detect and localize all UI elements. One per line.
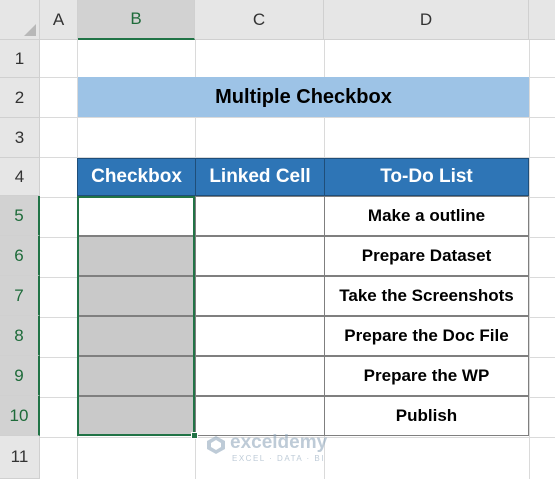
linked-cell[interactable] bbox=[195, 196, 325, 236]
row-header-6[interactable]: 6 bbox=[0, 236, 40, 276]
todo-item[interactable]: Publish bbox=[324, 396, 529, 436]
row-header-11[interactable]: 11 bbox=[0, 436, 40, 479]
row-header-9[interactable]: 9 bbox=[0, 356, 40, 396]
watermark: exceldemy EXCEL · DATA · BI bbox=[206, 432, 356, 466]
select-all-corner[interactable] bbox=[0, 0, 40, 40]
gridline bbox=[40, 117, 555, 118]
column-header-b[interactable]: B bbox=[78, 0, 195, 40]
column-header-d[interactable]: D bbox=[324, 0, 529, 40]
header-todo-list[interactable]: To-Do List bbox=[324, 158, 529, 196]
linked-cell[interactable] bbox=[195, 236, 325, 276]
select-all-icon bbox=[24, 24, 36, 36]
column-header-c[interactable]: C bbox=[195, 0, 324, 40]
exceldemy-logo-icon bbox=[207, 436, 225, 454]
header-checkbox[interactable]: Checkbox bbox=[77, 158, 196, 196]
row-header-2[interactable]: 2 bbox=[0, 78, 40, 118]
column-header-a[interactable]: A bbox=[40, 0, 78, 40]
watermark-name: exceldemy bbox=[230, 432, 328, 453]
todo-item[interactable]: Prepare Dataset bbox=[324, 236, 529, 276]
fill-handle[interactable] bbox=[191, 432, 198, 439]
row-header-10[interactable]: 10 bbox=[0, 396, 40, 436]
todo-item[interactable]: Prepare the Doc File bbox=[324, 316, 529, 356]
row-header-8[interactable]: 8 bbox=[0, 316, 40, 356]
header-linked-cell[interactable]: Linked Cell bbox=[195, 158, 325, 196]
row-header-4[interactable]: 4 bbox=[0, 158, 40, 196]
selection-range bbox=[77, 196, 195, 436]
row-header-7[interactable]: 7 bbox=[0, 276, 40, 316]
row-header-1[interactable]: 1 bbox=[0, 40, 40, 78]
row-header-5[interactable]: 5 bbox=[0, 196, 40, 236]
linked-cell[interactable] bbox=[195, 396, 325, 436]
title-cell[interactable]: Multiple Checkbox bbox=[78, 77, 529, 117]
column-header-e[interactable] bbox=[529, 0, 555, 40]
todo-item[interactable]: Prepare the WP bbox=[324, 356, 529, 396]
linked-cell[interactable] bbox=[195, 356, 325, 396]
todo-item[interactable]: Take the Screenshots bbox=[324, 276, 529, 316]
watermark-tagline: EXCEL · DATA · BI bbox=[232, 454, 325, 463]
linked-cell[interactable] bbox=[195, 316, 325, 356]
todo-item[interactable]: Make a outline bbox=[324, 196, 529, 236]
linked-cell[interactable] bbox=[195, 276, 325, 316]
row-header-3[interactable]: 3 bbox=[0, 118, 40, 158]
gridline bbox=[529, 40, 530, 479]
